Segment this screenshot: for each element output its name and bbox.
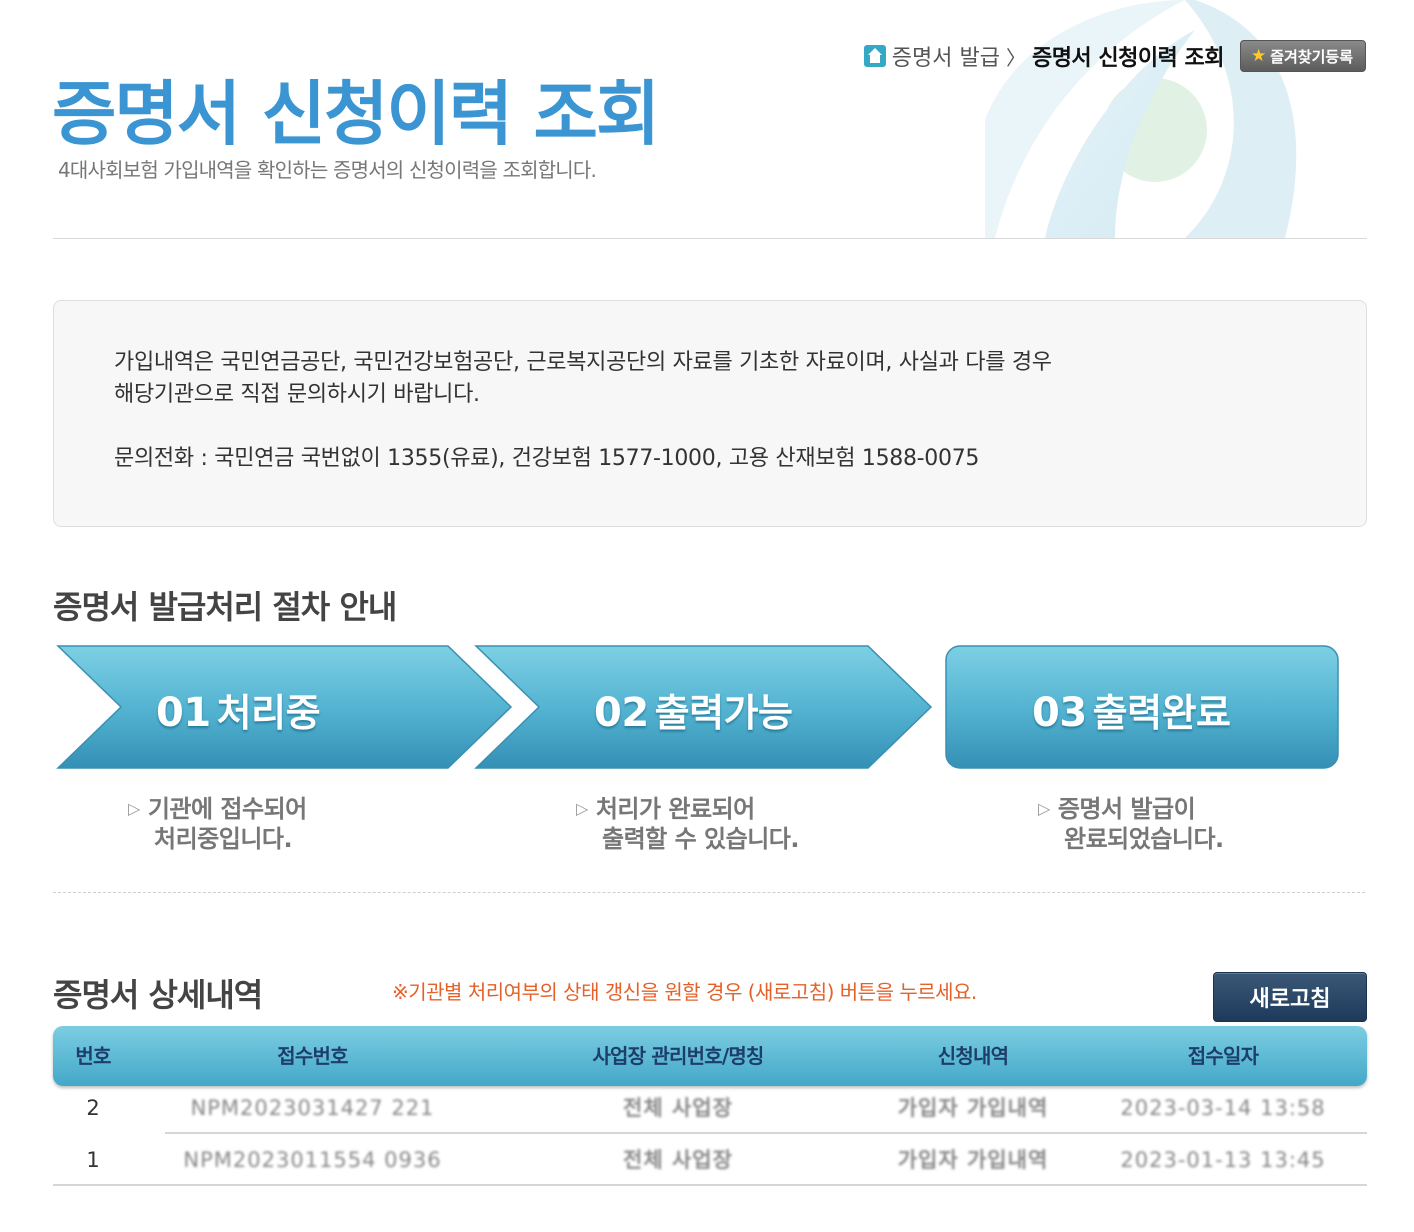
table-row[interactable]: 1 NPM2023011554 0936 전체 사업장 가입자 가입내역 202… (53, 1134, 1367, 1186)
column-header-no[interactable]: 번호 (53, 1026, 133, 1086)
column-header-receipt[interactable]: 접수번호 (165, 1026, 460, 1086)
breadcrumb-current: 증명서 신청이력 조회 (1031, 46, 1224, 71)
process-steps: 01 처리중 02 출력가능 03 출력완료 (53, 640, 1353, 780)
detail-title: 증명서 상세내역 (53, 976, 263, 1014)
info-line-1: 가입내역은 국민연금공단, 국민건강보험공단, 근로복지공단의 자료를 기초한 … (114, 350, 1052, 375)
cell-receipt[interactable]: NPM2023011554 0936 (165, 1134, 460, 1186)
info-line-2: 해당기관으로 직접 문의하시기 바랍니다. (114, 382, 480, 407)
star-icon: ★ (1250, 46, 1267, 66)
cell-request: 가입자 가입내역 (897, 1148, 1049, 1172)
step-1-description: ▷ 기관에 접수되어 처리중입니다. (128, 795, 307, 853)
table-row[interactable]: 2 NPM2023031427 221 전체 사업장 가입자 가입내역 2023… (53, 1082, 1367, 1134)
refresh-button[interactable]: 새로고침 (1213, 972, 1367, 1022)
info-box: 가입내역은 국민연금공단, 국민건강보험공단, 근로복지공단의 자료를 기초한 … (53, 300, 1367, 527)
cell-date: 2023-01-13 13:45 (1120, 1148, 1326, 1172)
cell-workplace: 전체 사업장 (623, 1148, 733, 1172)
column-header-date[interactable]: 접수일자 (1103, 1026, 1343, 1086)
triangle-right-icon: ▷ (576, 799, 588, 818)
cell-request: 가입자 가입내역 (897, 1096, 1049, 1120)
refresh-notice: ※기관별 처리여부의 상태 갱신을 원할 경우 (새로고침) 버튼을 누르세요. (392, 980, 977, 1004)
title-divider (53, 238, 1367, 239)
breadcrumb: 증명서 발급 〉 증명서 신청이력 조회 ★ 즐겨찾기등록 (863, 40, 1366, 72)
column-header-workplace[interactable]: 사업장 관리번호/명칭 (533, 1026, 823, 1086)
step-2-description: ▷ 처리가 완료되어 출력할 수 있습니다. (576, 795, 799, 853)
breadcrumb-parent[interactable]: 증명서 발급 (892, 40, 1000, 72)
add-favorite-label: 즐겨찾기등록 (1270, 47, 1353, 66)
info-phone: 문의전화 : 국민연금 국번없이 1355(유료), 건강보험 1577-100… (114, 446, 980, 471)
step-3-description: ▷ 증명서 발급이 완료되었습니다. (1038, 795, 1224, 853)
column-header-request[interactable]: 신청내역 (873, 1026, 1073, 1086)
page-title: 증명서 신청이력 조회 (52, 73, 660, 155)
breadcrumb-separator: 〉 (1005, 45, 1026, 70)
step-1-label: 01 처리중 (156, 690, 321, 736)
process-title: 증명서 발급처리 절차 안내 (53, 588, 397, 626)
page-subtitle: 4대사회보험 가입내역을 확인하는 증명서의 신청이력을 조회합니다. (58, 158, 597, 182)
triangle-right-icon: ▷ (128, 799, 140, 818)
cell-workplace: 전체 사업장 (623, 1096, 733, 1120)
table-header: 번호 접수번호 사업장 관리번호/명칭 신청내역 접수일자 (53, 1026, 1367, 1086)
step-2-label: 02 출력가능 (594, 690, 793, 736)
triangle-right-icon: ▷ (1038, 799, 1050, 818)
add-favorite-button[interactable]: ★ 즐겨찾기등록 (1239, 40, 1366, 72)
cell-no: 2 (86, 1096, 100, 1120)
background-emblem (985, 0, 1315, 238)
cell-receipt[interactable]: NPM2023031427 221 (165, 1082, 460, 1134)
step-3-label: 03 출력완료 (1032, 690, 1231, 736)
cell-date: 2023-03-14 13:58 (1120, 1096, 1326, 1120)
cell-no: 1 (86, 1148, 100, 1172)
row-divider (53, 1184, 1367, 1186)
home-icon[interactable] (863, 45, 886, 67)
section-divider (53, 892, 1365, 893)
